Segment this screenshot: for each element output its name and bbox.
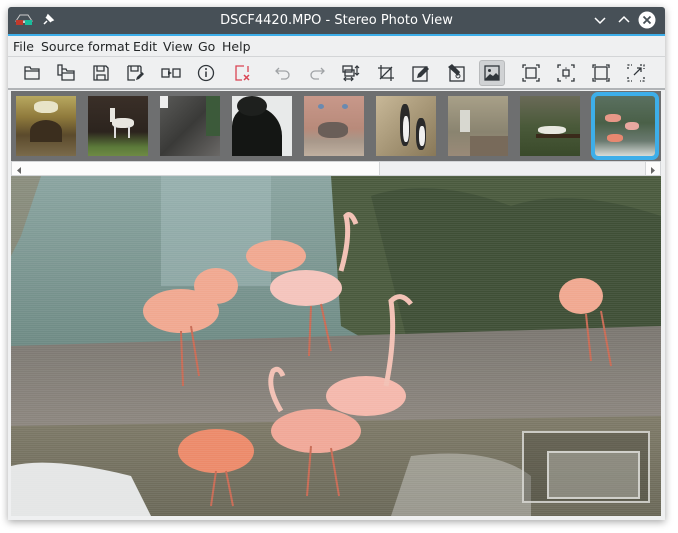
folders-icon	[57, 64, 75, 81]
menu-source-format[interactable]: Source format	[41, 39, 130, 54]
view-image-button[interactable]	[479, 60, 505, 86]
crop-icon	[378, 65, 394, 81]
thumbnail-scrollbar[interactable]	[11, 161, 661, 176]
image-icon	[484, 65, 500, 81]
fit-window-button[interactable]	[518, 60, 544, 86]
thumbnail-llama[interactable]	[88, 96, 148, 156]
thumbnail-strip	[11, 91, 661, 161]
menu-help[interactable]: Help	[222, 39, 251, 54]
redo-icon	[310, 67, 325, 80]
thumbnail-stone-enclosure[interactable]	[448, 96, 508, 156]
align-button[interactable]	[338, 60, 364, 86]
maximize-button[interactable]	[615, 11, 633, 29]
close-button[interactable]	[638, 11, 656, 29]
toolbar	[8, 56, 665, 89]
undo-button[interactable]	[270, 60, 296, 86]
folder-open-icon	[24, 66, 40, 80]
navigator-viewport[interactable]	[547, 451, 640, 499]
menu-bar: File Source format Edit View Go Help	[8, 36, 665, 56]
scroll-right-button[interactable]	[645, 162, 660, 175]
zoom-center-button[interactable]	[553, 60, 579, 86]
stereo-image-viewer[interactable]	[11, 176, 661, 516]
delete-icon	[235, 65, 250, 81]
menu-file[interactable]: File	[13, 39, 34, 54]
scroll-left-button[interactable]	[12, 162, 27, 175]
save-icon	[93, 65, 109, 81]
undo-icon	[275, 67, 290, 80]
save-as-button[interactable]	[122, 60, 148, 86]
thumbnail-penguins[interactable]	[376, 96, 436, 156]
info-icon	[197, 64, 215, 82]
edit-right-button[interactable]	[443, 60, 469, 86]
scrollbar-track[interactable]	[380, 162, 645, 175]
swap-icon	[161, 68, 181, 78]
open-button[interactable]	[19, 60, 45, 86]
redo-button[interactable]	[304, 60, 330, 86]
zoom-center-icon	[557, 64, 575, 82]
thumbnail-white-tiger[interactable]	[520, 96, 580, 156]
thumbnail-dark-tree[interactable]	[232, 96, 292, 156]
edit-right-icon	[448, 64, 465, 82]
fullscreen-icon	[627, 64, 645, 82]
align-icon	[342, 65, 360, 82]
window-title: DSCF4420.MPO - Stereo Photo View	[220, 13, 453, 28]
thumbnail-flamingos[interactable]	[591, 92, 659, 160]
delete-button[interactable]	[229, 60, 255, 86]
full-size-icon	[592, 64, 610, 82]
thumbnail-stone-sculpture[interactable]	[160, 96, 220, 156]
crop-button[interactable]	[373, 60, 399, 86]
minimize-button[interactable]	[591, 11, 609, 29]
menu-view[interactable]: View	[163, 39, 193, 54]
fit-window-icon	[522, 64, 540, 82]
save-as-icon	[127, 65, 144, 81]
scrollbar-handle[interactable]	[26, 162, 380, 175]
fullscreen-button[interactable]	[623, 60, 649, 86]
menu-edit[interactable]: Edit	[133, 39, 157, 54]
thumbnail-metro-station[interactable]	[16, 96, 76, 156]
swap-button[interactable]	[158, 60, 184, 86]
open-pair-button[interactable]	[53, 60, 79, 86]
menu-go[interactable]: Go	[198, 39, 215, 54]
navigator-frame[interactable]	[522, 431, 650, 503]
info-button[interactable]	[193, 60, 219, 86]
edit-left-button[interactable]	[408, 60, 434, 86]
toolbar-separator	[8, 88, 665, 90]
edit-left-icon	[412, 66, 429, 82]
thumbnail-elephant[interactable]	[304, 96, 364, 156]
app-window: DSCF4420.MPO - Stereo Photo View File So…	[8, 7, 665, 520]
title-bar[interactable]: DSCF4420.MPO - Stereo Photo View	[8, 7, 665, 36]
save-button[interactable]	[88, 60, 114, 86]
full-size-button[interactable]	[588, 60, 614, 86]
